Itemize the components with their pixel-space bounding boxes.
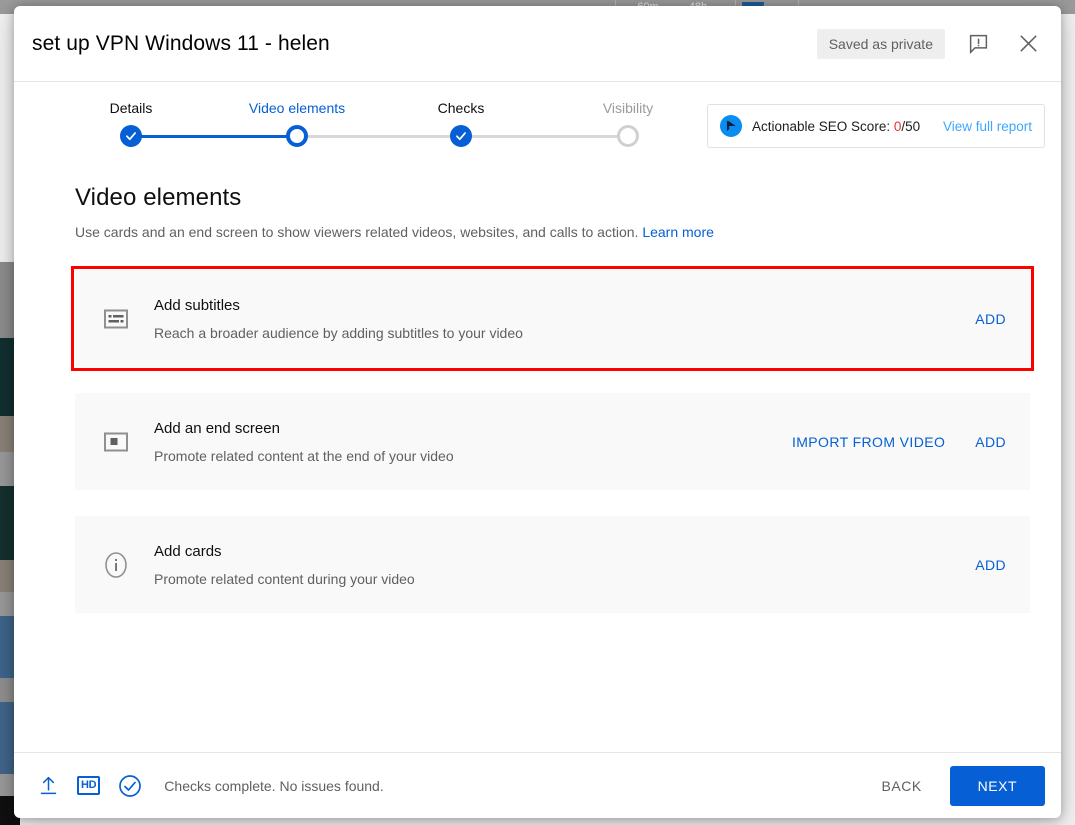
feedback-button[interactable]	[961, 27, 995, 61]
element-card-subtitles[interactable]: Add subtitles Reach a broader audience b…	[71, 266, 1034, 371]
add-subtitles-button[interactable]: ADD	[975, 311, 1006, 327]
video-elements-dialog: set up VPN Windows 11 - helen Saved as p…	[14, 6, 1061, 818]
element-card-texts: Add subtitles Reach a broader audience b…	[154, 297, 523, 341]
dialog-footer: HD Checks complete. No issues found. BAC…	[14, 752, 1061, 818]
close-icon	[1019, 35, 1037, 52]
status-badge: Saved as private	[816, 28, 945, 59]
checks-complete-icon-wrap	[118, 774, 142, 798]
step-label-video-elements: Video elements	[248, 100, 346, 116]
section-description: Use cards and an end screen to show view…	[75, 224, 1028, 240]
element-card-subtitle: Reach a broader audience by adding subti…	[154, 324, 523, 341]
element-card-title: Add subtitles	[154, 296, 240, 314]
element-card-subtitle: Promote related content during your vide…	[154, 570, 415, 587]
stepper-line-3	[461, 135, 628, 138]
import-from-video-button[interactable]: IMPORT FROM VIDEO	[792, 434, 945, 450]
upload-status-button[interactable]	[38, 775, 59, 796]
step-label-checks: Checks	[437, 100, 485, 116]
learn-more-link[interactable]: Learn more	[642, 224, 714, 240]
dialog-header: set up VPN Windows 11 - helen Saved as p…	[14, 6, 1061, 82]
page-title: set up VPN Windows 11 - helen	[32, 31, 330, 55]
upload-icon	[40, 776, 57, 795]
element-card-title: Add cards	[154, 542, 222, 560]
hd-quality-badge: HD	[77, 776, 101, 795]
add-cards-button[interactable]: ADD	[975, 557, 1006, 573]
element-card-texts: Add cards Promote related content during…	[154, 543, 415, 587]
end-screen-icon	[103, 429, 129, 455]
subtitles-icon	[103, 306, 129, 332]
close-button[interactable]	[1011, 27, 1045, 61]
feedback-icon	[969, 34, 987, 54]
element-card-actions: ADD	[975, 311, 1006, 327]
stepper-row: Details Video elements Checks Visibility	[14, 82, 1061, 170]
seo-score-total: /50	[901, 118, 921, 134]
check-circle-icon	[119, 774, 142, 797]
dialog-body: Video elements Use cards and an end scre…	[14, 170, 1061, 752]
add-end-screen-button[interactable]: ADD	[975, 434, 1006, 450]
section-heading: Video elements	[75, 184, 242, 211]
stepper-line-1	[131, 135, 297, 138]
seo-score-label: Actionable SEO Score:	[752, 118, 894, 134]
back-button[interactable]: BACK	[868, 768, 936, 804]
info-circle-icon	[103, 551, 129, 578]
checks-status-text: Checks complete. No issues found.	[164, 777, 384, 794]
seo-score-card: Actionable SEO Score: 0/50 View full rep…	[707, 104, 1045, 148]
step-label-details: Details	[109, 100, 153, 116]
video-elements-list: Add subtitles Reach a broader audience b…	[71, 266, 1034, 613]
element-card-actions: ADD	[975, 557, 1006, 573]
element-card-texts: Add an end screen Promote related conten…	[154, 420, 454, 464]
element-card-cards[interactable]: Add cards Promote related content during…	[75, 516, 1030, 613]
check-icon	[126, 132, 136, 141]
progress-stepper: Details Video elements Checks Visibility	[74, 100, 694, 160]
check-icon	[456, 132, 466, 141]
step-node-video-elements[interactable]	[286, 125, 308, 147]
seo-score-text: Actionable SEO Score: 0/50	[752, 119, 920, 134]
step-node-checks[interactable]	[450, 125, 472, 147]
tubebuddy-logo-icon	[720, 115, 742, 137]
section-description-text: Use cards and an end screen to show view…	[75, 224, 643, 240]
view-full-report-link[interactable]: View full report	[943, 119, 1032, 134]
footer-status-icons: HD	[38, 774, 142, 798]
element-card-end-screen[interactable]: Add an end screen Promote related conten…	[75, 393, 1030, 490]
stepper-line-2	[297, 135, 461, 138]
step-node-visibility[interactable]	[617, 125, 639, 147]
element-card-subtitle: Promote related content at the end of yo…	[154, 447, 454, 464]
footer-buttons: BACK NEXT	[868, 765, 1045, 806]
next-button[interactable]: NEXT	[949, 765, 1045, 806]
element-card-actions: IMPORT FROM VIDEO ADD	[792, 434, 1006, 450]
step-label-visibility: Visibility	[602, 100, 654, 116]
element-card-title: Add an end screen	[154, 419, 280, 437]
header-actions: Saved as private	[816, 27, 1045, 61]
step-node-details[interactable]	[120, 125, 142, 147]
hd-badge-label: HD	[77, 776, 101, 795]
